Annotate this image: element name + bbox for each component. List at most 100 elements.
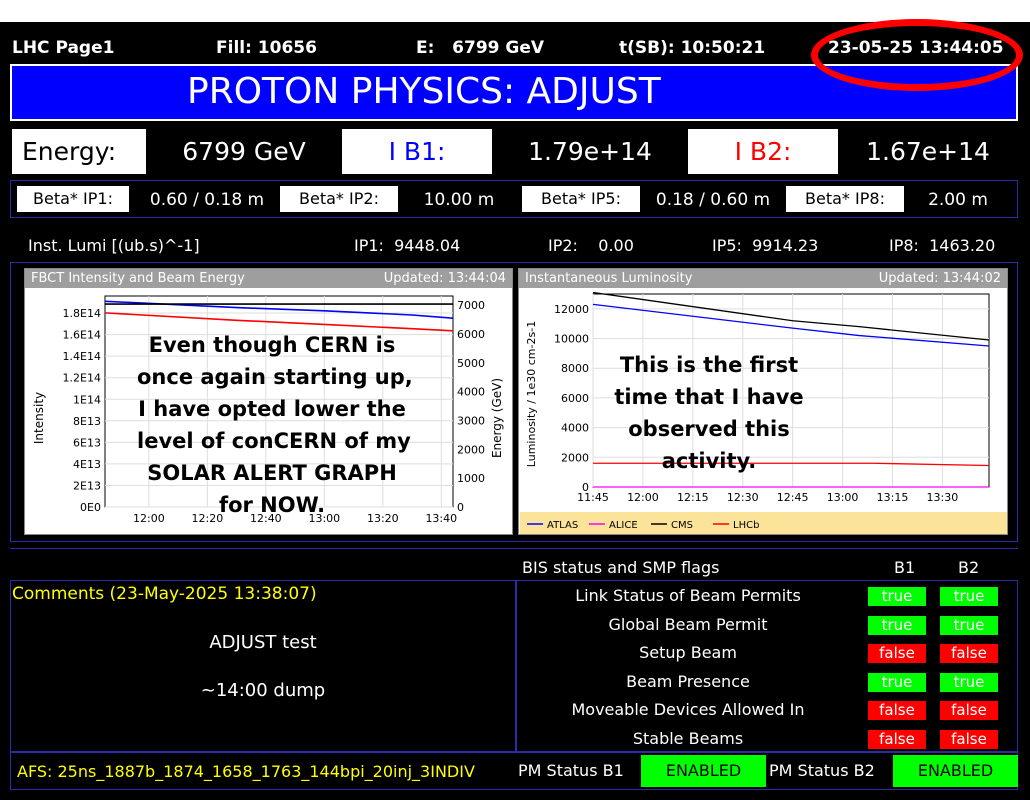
lumi-x-tick: 13:15 <box>877 491 909 504</box>
bis-flag-b2: true <box>940 615 998 635</box>
beta-ip5-label: Beta* IP5: <box>522 186 640 212</box>
energy-label: Energy: <box>12 129 146 174</box>
time-since-stable-beams: t(SB): 10:50:21 <box>619 38 766 58</box>
fbct-y-tick: 0E0 <box>80 501 101 514</box>
fbct-y-tick: 6E13 <box>73 436 101 449</box>
bis-flag-b1: false <box>868 729 926 749</box>
bis-flag-b2: true <box>940 587 998 606</box>
fbct-x-tick: 13:40 <box>425 512 457 525</box>
lumi-x-tick: 13:00 <box>827 491 859 504</box>
fbct-y2-tick: 2000 <box>457 443 485 456</box>
fbct-y-tick: 1.4E14 <box>63 350 101 363</box>
fbct-y-tick: 1.8E14 <box>63 307 101 320</box>
lumi-ip2: IP2: 0.00 <box>548 236 634 255</box>
bis-flag-label: Link Status of Beam Permits <box>575 586 801 605</box>
pm-status-b2-label: PM Status B2 <box>769 761 875 780</box>
beta-ip8-value: 2.00 m <box>928 190 988 210</box>
bis-col-b2: B2 <box>958 558 980 577</box>
bis-flag-b2: false <box>940 729 998 749</box>
intensity-b2-value: 1.67e+14 <box>866 137 990 166</box>
beta-ip2-label: Beta* IP2: <box>280 186 398 212</box>
fbct-chart-panel: FBCT Intensity and Beam Energy Updated: … <box>24 268 513 535</box>
fbct-y-axis-label: Intensity <box>32 392 46 444</box>
fbct-y2-tick: 1000 <box>457 472 485 485</box>
fbct-y-tick: 4E13 <box>73 458 101 471</box>
intensity-b1-label: I B1: <box>342 129 492 174</box>
lumi-legend-label: LHCb <box>733 520 759 531</box>
bis-col-b1: B1 <box>894 558 916 577</box>
fbct-y2-tick: 7000 <box>457 299 485 312</box>
lumi-ip1: IP1: 9448.04 <box>354 236 461 255</box>
fbct-chart-title-bar: FBCT Intensity and Beam Energy Updated: … <box>25 269 512 288</box>
lumi-legend-label: CMS <box>671 520 693 531</box>
fbct-chart-updated: Updated: 13:44:04 <box>383 271 506 286</box>
lumi-y-tick: 10000 <box>554 333 589 346</box>
fbct-annotation: Even though CERN is once again starting u… <box>137 329 413 521</box>
annotation-line: for NOW. <box>218 493 326 517</box>
lumi-annotation: This is the first time that I have observe… <box>609 349 809 477</box>
pm-status-b2-value: ENABLED <box>893 755 1018 787</box>
bis-flag-b1: true <box>868 615 926 635</box>
bis-flag-b1: false <box>868 644 926 663</box>
lumi-ip8: IP8: 1463.20 <box>889 236 996 255</box>
lhc-page1-screen: LHC Page1 Fill: 10656 E: 6799 GeV t(SB):… <box>0 19 1030 800</box>
fill-number: Fill: 10656 <box>216 38 317 58</box>
annotation-line: Even though CERN is <box>148 333 396 357</box>
annotation-line: time that I have <box>614 385 804 409</box>
energy-value: 6799 GeV <box>182 137 306 166</box>
lumi-x-tick: 12:30 <box>727 491 759 504</box>
beam-energy-header: E: 6799 GeV <box>416 38 545 58</box>
afs-filling-scheme: AFS: 25ns_1887b_1874_1658_1763_144bpi_20… <box>17 762 475 781</box>
lumi-y-tick: 12000 <box>554 303 589 316</box>
lumi-legend-label: ATLAS <box>547 520 578 531</box>
fbct-y2-tick: 6000 <box>457 328 485 341</box>
comment-line-2: ~14:00 dump <box>200 680 326 701</box>
lumi-ip5: IP5: 9914.23 <box>712 236 819 255</box>
luminosity-chart-panel: Instantaneous Luminosity Updated: 13:44:… <box>518 268 1008 535</box>
fbct-y2-tick: 0 <box>457 501 464 514</box>
fbct-chart-title: FBCT Intensity and Beam Energy <box>31 271 245 286</box>
fbct-y2-tick: 4000 <box>457 386 485 399</box>
annotation-line: once again starting up, <box>137 365 413 389</box>
fbct-y2-axis-label: Energy (GeV) <box>490 378 504 458</box>
lumi-legend-label: ALICE <box>609 520 638 531</box>
comment-line-1: ADJUST test <box>209 632 317 653</box>
lumi-chart-updated: Updated: 13:44:02 <box>878 271 1001 286</box>
bis-flag-label: Global Beam Permit <box>608 614 768 634</box>
beta-ip5-value: 0.18 / 0.60 m <box>655 190 771 210</box>
bis-flag-label: Moveable Devices Allowed In <box>571 700 805 719</box>
intensity-b1-value: 1.79e+14 <box>528 137 652 166</box>
lumi-x-tick: 12:45 <box>777 491 809 504</box>
fbct-y-tick: 1.6E14 <box>63 329 101 342</box>
annotation-line: observed this <box>628 417 790 441</box>
lumi-chart-title: Instantaneous Luminosity <box>525 271 693 286</box>
bis-flag-b1: true <box>868 672 926 692</box>
pm-status-b1-label: PM Status B1 <box>518 761 624 780</box>
lumi-x-tick: 13:30 <box>927 491 959 504</box>
bis-title: BIS status and SMP flags <box>522 558 720 577</box>
comments-header: Comments (23-May-2025 13:38:07) <box>12 584 317 604</box>
lumi-y-axis-label: Luminosity / 1e30 cm-2s-1 <box>525 321 538 467</box>
bis-flag-b2: false <box>940 701 998 720</box>
bis-flag-b2: false <box>940 644 998 663</box>
lumi-x-tick: 11:45 <box>577 491 609 504</box>
lumi-y-tick: 4000 <box>561 422 589 435</box>
bis-flag-b1: false <box>868 701 926 720</box>
annotation-line: activity. <box>661 449 757 473</box>
beta-ip8-label: Beta* IP8: <box>786 186 904 212</box>
annotation-line: SOLAR ALERT GRAPH <box>147 461 397 485</box>
page-title: LHC Page1 <box>12 38 115 58</box>
annotation-line: I have opted lower the <box>138 397 406 421</box>
fbct-y2-tick: 3000 <box>457 415 485 428</box>
lumi-legend-box <box>520 512 1007 534</box>
annotation-line: This is the first <box>619 353 799 377</box>
lumi-x-tick: 12:00 <box>627 491 659 504</box>
bis-flag-b2: true <box>940 672 998 692</box>
lumi-y-tick: 2000 <box>561 451 589 464</box>
comments-box <box>10 580 516 752</box>
lumi-chart-title-bar: Instantaneous Luminosity Updated: 13:44:… <box>519 269 1007 288</box>
beta-ip1-label: Beta* IP1: <box>17 186 129 212</box>
lumi-y-tick: 8000 <box>561 362 589 375</box>
pm-status-b1-value: ENABLED <box>641 755 766 787</box>
annotation-line: level of conCERN of my <box>137 429 411 453</box>
